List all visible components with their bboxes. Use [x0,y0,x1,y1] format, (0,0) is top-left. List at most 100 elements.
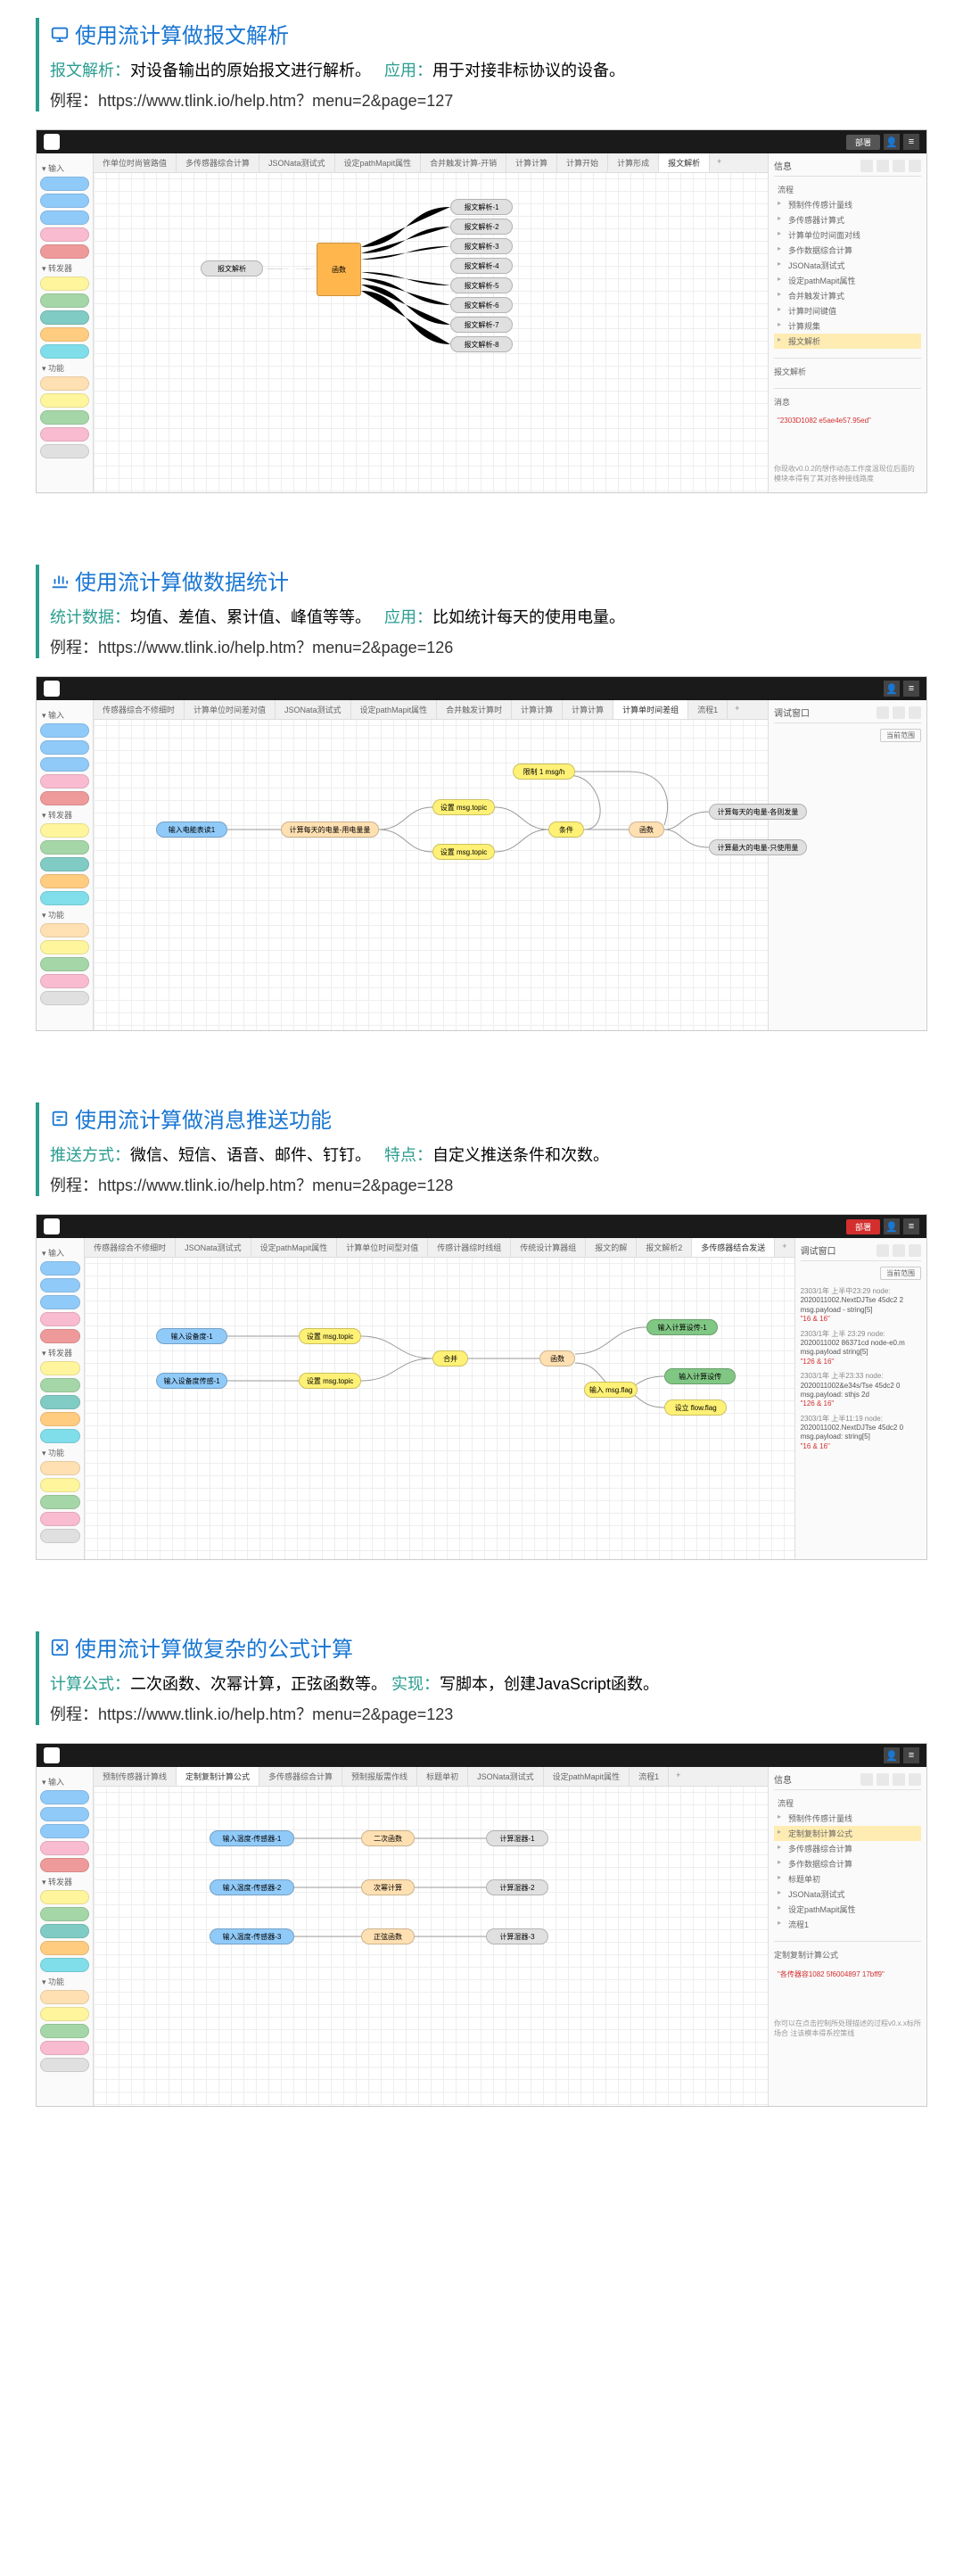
example-url[interactable]: https://www.tlink.io/help.htm？menu=2&pag… [98,639,453,656]
node[interactable]: 输入温度-传感器-2 [210,1879,294,1895]
palette-item[interactable] [40,923,89,937]
palette-item[interactable] [40,427,89,442]
tab[interactable]: 预制传感器计算线 [94,1767,177,1786]
palette-item[interactable] [40,211,89,225]
palette-item[interactable] [40,2024,89,2038]
tab[interactable]: 传统设计算器组 [511,1238,586,1257]
panel-icon[interactable] [893,160,905,172]
palette-item[interactable] [40,1924,89,1938]
tab[interactable]: 传感器综合不修细时 [85,1238,176,1257]
node-join[interactable]: 合并 [432,1350,468,1366]
tab[interactable]: 计算单时间差组 [613,700,688,719]
tab[interactable]: JSONata测试式 [468,1767,544,1786]
node[interactable]: 计算湿器-1 [486,1830,548,1846]
tree-root[interactable]: 流程 [774,182,921,197]
tab[interactable]: 多传感器综合计算 [259,1767,342,1786]
tab[interactable]: 传感器综合不修细时 [94,700,185,719]
palette-item[interactable] [40,791,89,805]
palette-item[interactable] [40,327,89,342]
tree-item[interactable]: 定制复制计算公式 [774,1826,921,1841]
panel-icon[interactable] [893,1244,905,1257]
tab[interactable]: 传感计器综时线组 [428,1238,511,1257]
palette-item[interactable] [40,1790,89,1804]
panel-icon[interactable] [877,706,889,719]
palette-item[interactable] [40,1295,80,1309]
node-result[interactable]: 计算最大的电量-只使用量 [709,839,807,855]
canvas[interactable]: 预制传感器计算线定制复制计算公式多传感器综合计算预制报版需作线标题单初JSONa… [94,1767,768,2106]
panel-icon[interactable] [909,706,921,719]
menu-icon[interactable]: ≡ [903,1747,919,1763]
tab[interactable]: 流程1 [630,1767,669,1786]
palette-item[interactable] [40,2058,89,2072]
tab[interactable]: 计算计算 [512,700,563,719]
palette-item[interactable] [40,1841,89,1855]
palette-item[interactable] [40,1461,80,1475]
tree-item[interactable]: JSONata测试式 [774,258,921,273]
panel-icon[interactable] [909,1773,921,1786]
palette-item[interactable] [40,1312,80,1326]
node-input[interactable]: 报文解析 [201,260,263,277]
panel-icon[interactable] [909,160,921,172]
node-out[interactable]: 函数 [629,822,664,838]
node[interactable]: 输入温度-传感器-1 [210,1830,294,1846]
palette-item[interactable] [40,1278,80,1292]
palette-item[interactable] [40,177,89,191]
tree-item[interactable]: 流程1 [774,1917,921,1932]
tab[interactable]: 作单位时尚管路值 [94,153,177,172]
panel-icon[interactable] [877,1244,889,1257]
panel-icon[interactable] [893,1773,905,1786]
node-function[interactable]: 函数 [317,243,361,296]
tab[interactable]: 标题单初 [417,1767,468,1786]
node-output[interactable]: 报文解析-7 [450,317,513,333]
user-icon[interactable]: 👤 [884,1747,900,1763]
palette-item[interactable] [40,410,89,425]
tree-item[interactable]: 多作数据综合计算 [774,243,921,258]
palette-item[interactable] [40,2041,89,2055]
palette-item[interactable] [40,344,89,359]
menu-icon[interactable]: ≡ [903,1218,919,1234]
palette-item[interactable] [40,840,89,855]
canvas[interactable]: 作单位时尚管路值多传感器综合计算JSONata测试式设定pathMapit属性合… [94,153,768,492]
palette-item[interactable] [40,444,89,458]
panel-icon[interactable] [893,706,905,719]
palette-item[interactable] [40,1478,80,1492]
node-input[interactable]: 输入设备度-1 [156,1328,227,1344]
tree-item[interactable]: 标题单初 [774,1871,921,1887]
node-output[interactable]: 报文解析-5 [450,277,513,293]
palette-item[interactable] [40,1807,89,1821]
node-output[interactable]: 报文解析-2 [450,219,513,235]
tree-item[interactable]: 合并触发计算式 [774,288,921,303]
node-limit[interactable]: 限制 1 msg/h [513,764,575,780]
tab[interactable]: 计算形成 [608,153,659,172]
palette-item[interactable] [40,957,89,971]
palette-item[interactable] [40,1412,80,1426]
example-url[interactable]: https://www.tlink.io/help.htm？menu=2&pag… [98,1177,453,1194]
canvas[interactable]: 传感器综合不修细时计算单位时间差对值JSONata测试式设定pathMapit属… [94,700,768,1030]
palette-item[interactable] [40,1378,80,1392]
tab[interactable]: 报文解析 [659,153,710,172]
filter-button[interactable]: 当前范围 [880,729,921,742]
tree-item[interactable]: 多传感器综合计算 [774,1841,921,1856]
palette-item[interactable] [40,1990,89,2004]
node-output[interactable]: 报文解析-4 [450,258,513,274]
tab[interactable]: 计算单位时间差对值 [185,700,276,719]
palette-item[interactable] [40,1824,89,1838]
palette-item[interactable] [40,194,89,208]
tab[interactable]: 计算单位时间型对值 [337,1238,428,1257]
node-set[interactable]: 设置 msg.topic [299,1328,361,1344]
panel-icon[interactable] [860,1773,873,1786]
palette-item[interactable] [40,974,89,988]
tab[interactable]: 预制报版需作线 [342,1767,417,1786]
add-tab-button[interactable]: + [710,153,728,172]
palette-item[interactable] [40,1958,89,1972]
node-input[interactable]: 输入电能表读1 [156,822,227,838]
tab[interactable]: 流程1 [688,700,728,719]
tab[interactable]: 合并触发计算-开销 [421,153,506,172]
example-url[interactable]: https://www.tlink.io/help.htm？menu=2&pag… [98,1705,453,1723]
tab[interactable]: 设定pathMapit属性 [335,153,422,172]
tree-item[interactable]: 计算单位时间面对线 [774,227,921,243]
node-output[interactable]: 报文解析-6 [450,297,513,313]
palette-item[interactable] [40,1941,89,1955]
node-set[interactable]: 设置 msg.topic [299,1373,361,1389]
node-out[interactable]: 函数 [539,1350,575,1366]
